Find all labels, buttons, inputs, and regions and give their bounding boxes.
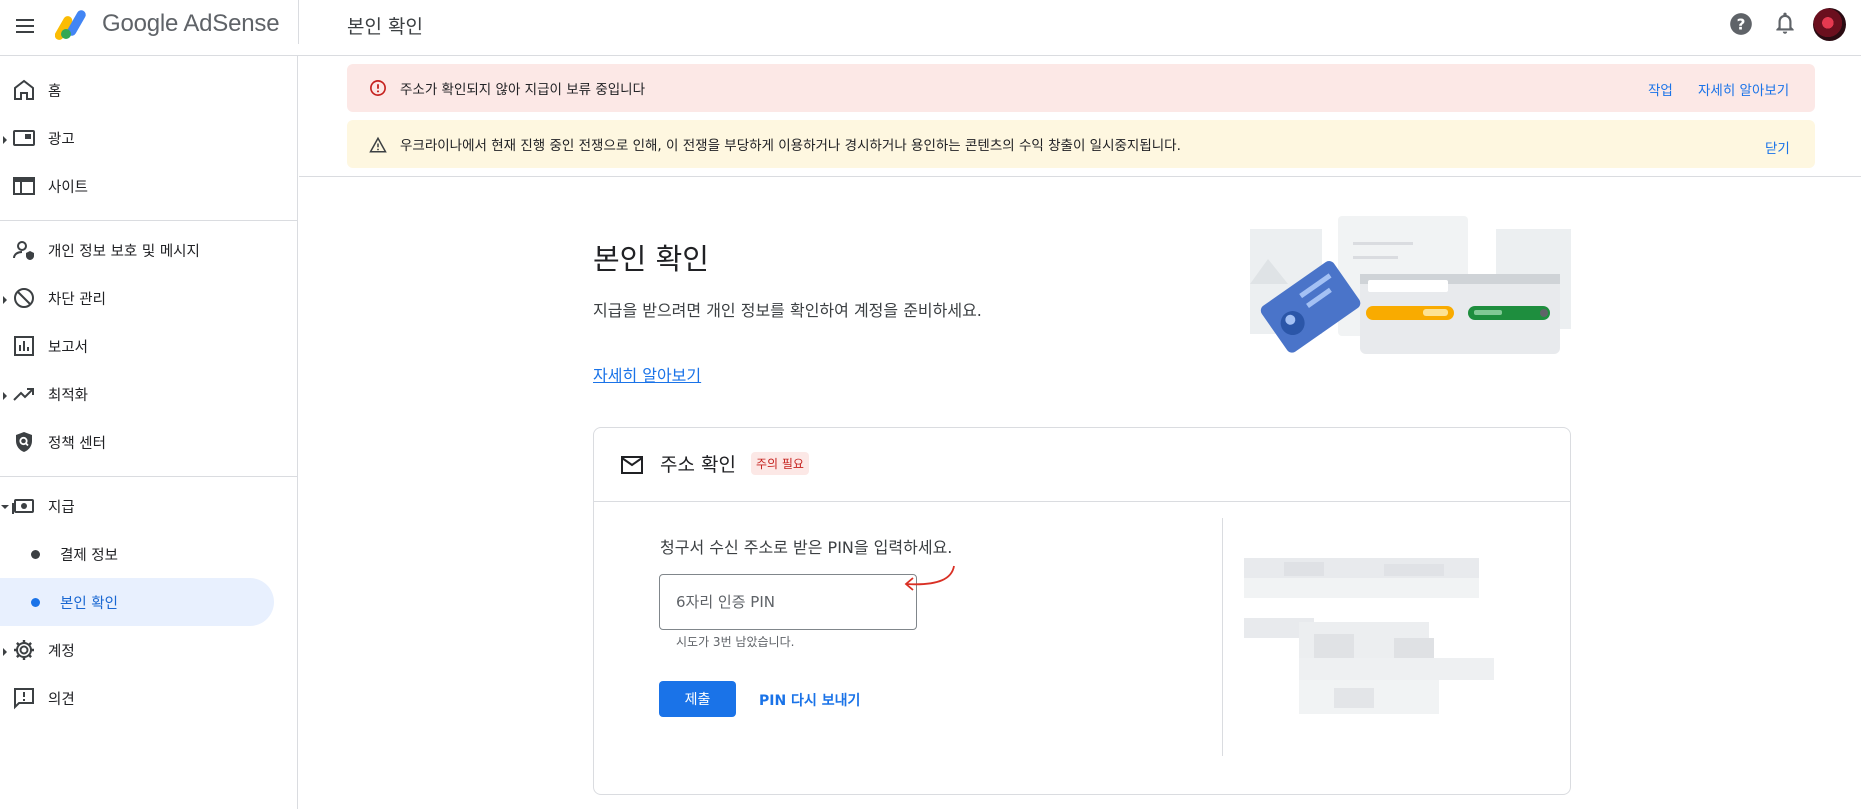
annotation-arrow xyxy=(904,565,955,591)
warning-banner-text: 우크라이나에서 현재 진행 중인 전쟁으로 인해, 이 전쟁을 부당하게 이용하… xyxy=(400,138,1181,154)
feedback-icon xyxy=(14,688,34,710)
sidebar-item-label: 개인 정보 보호 및 메시지 xyxy=(48,243,200,260)
sidebar-item-reports[interactable]: 보고서 xyxy=(0,322,274,370)
sidebar: 홈 광고 사이트 개인 정보 보호 및 메시지 차단 관리 보고서 최적화 정책… xyxy=(0,56,298,809)
address-error-banner: 주소가 확인되지 않아 지급이 보류 중입니다 작업 자세히 알아보기 xyxy=(347,64,1815,112)
sidebar-item-label: 최적화 xyxy=(48,387,89,404)
banner-learn-more-link[interactable]: 자세히 알아보기 xyxy=(1698,79,1789,99)
content-divider xyxy=(299,176,1861,177)
sidebar-item-label: 차단 관리 xyxy=(48,291,106,308)
bullet-dot xyxy=(31,598,40,607)
sidebar-item-payment-info[interactable]: 결제 정보 xyxy=(0,530,274,578)
learn-more-link[interactable]: 자세히 알아보기 xyxy=(593,362,701,386)
expand-arrow-icon xyxy=(3,648,7,656)
sidebar-item-label: 의견 xyxy=(48,691,75,708)
svg-text:?: ? xyxy=(1737,15,1746,33)
payments-icon xyxy=(12,499,34,514)
attention-badge: 주의 필요 xyxy=(751,452,809,475)
expand-arrow-icon xyxy=(3,296,7,304)
reports-chart-icon xyxy=(14,336,34,356)
sidebar-item-feedback[interactable]: 의견 xyxy=(0,674,274,722)
notifications-bell-icon[interactable] xyxy=(1772,11,1798,37)
sidebar-item-verification[interactable]: 본인 확인 xyxy=(0,578,274,626)
user-avatar[interactable] xyxy=(1813,8,1846,41)
sidebar-item-label: 광고 xyxy=(48,131,75,148)
header-divider xyxy=(298,0,299,44)
collapse-arrow-icon xyxy=(1,505,9,509)
top-app-bar: Google AdSense 본인 확인 ? xyxy=(0,0,1861,56)
bullet-dot xyxy=(31,550,40,559)
privacy-user-icon xyxy=(13,241,34,260)
sidebar-item-payments[interactable]: 지급 xyxy=(0,482,274,530)
error-circle-icon xyxy=(370,80,386,96)
warning-triangle-icon xyxy=(369,136,387,153)
policy-shield-icon xyxy=(16,432,32,452)
sidebar-item-label: 계정 xyxy=(48,643,75,660)
pin-prompt: 청구서 수신 주소로 받은 PIN을 입력하세요. xyxy=(660,538,953,557)
sidebar-item-account[interactable]: 계정 xyxy=(0,626,274,674)
attempts-remaining-text: 시도가 3번 남았습니다. xyxy=(676,635,795,649)
sidebar-divider xyxy=(0,476,298,477)
resend-pin-button[interactable]: PIN 다시 보내기 xyxy=(759,690,860,710)
sidebar-item-label: 본인 확인 xyxy=(60,595,118,612)
sidebar-item-ads[interactable]: 광고 xyxy=(0,114,274,162)
trending-up-icon xyxy=(13,388,34,401)
sidebar-item-optimization[interactable]: 최적화 xyxy=(0,370,274,418)
block-icon xyxy=(14,288,34,308)
sidebar-item-blocking-controls[interactable]: 차단 관리 xyxy=(0,274,274,322)
gear-icon xyxy=(14,640,34,660)
sidebar-item-policy-center[interactable]: 정책 센터 xyxy=(0,418,274,466)
sidebar-item-privacy-messaging[interactable]: 개인 정보 보호 및 메시지 xyxy=(0,226,274,274)
identity-wallet-illustration xyxy=(1250,216,1571,354)
sidebar-item-label: 지급 xyxy=(48,499,75,516)
card-divider xyxy=(1222,518,1223,756)
sidebar-item-label: 결제 정보 xyxy=(60,547,118,564)
sidebar-item-home[interactable]: 홈 xyxy=(0,66,274,114)
sidebar-item-sites[interactable]: 사이트 xyxy=(0,162,274,210)
card-title: 주소 확인 xyxy=(660,454,736,476)
sidebar-divider xyxy=(0,220,298,221)
ukraine-warning-banner: 우크라이나에서 현재 진행 중인 전쟁으로 인해, 이 전쟁을 부당하게 이용하… xyxy=(347,120,1815,168)
page-title: 본인 확인 xyxy=(347,16,423,38)
banner-action-link[interactable]: 작업 xyxy=(1648,79,1673,99)
error-banner-text: 주소가 확인되지 않아 지급이 보류 중입니다 xyxy=(400,82,646,98)
sidebar-item-label: 사이트 xyxy=(48,179,89,196)
adsense-logo-icon xyxy=(55,10,86,40)
sidebar-item-label: 보고서 xyxy=(48,339,89,356)
ads-icon xyxy=(13,130,35,146)
address-verification-card: 주소 확인 주의 필요 청구서 수신 주소로 받은 PIN을 입력하세요. 시도… xyxy=(593,427,1571,795)
submit-button[interactable]: 제출 xyxy=(659,681,736,717)
app-name: Google AdSense xyxy=(102,10,280,37)
expand-arrow-icon xyxy=(3,136,7,144)
sidebar-item-label: 홈 xyxy=(48,83,62,100)
card-header: 주소 확인 주의 필요 xyxy=(594,428,1570,502)
verification-heading: 본인 확인 xyxy=(593,242,709,276)
sidebar-item-label: 정책 센터 xyxy=(48,435,106,452)
mail-icon xyxy=(621,456,643,474)
expand-arrow-icon xyxy=(3,392,7,400)
menu-icon[interactable] xyxy=(14,14,38,38)
pin-input[interactable] xyxy=(659,574,917,630)
help-icon[interactable]: ? xyxy=(1728,11,1754,37)
home-icon xyxy=(14,79,34,100)
verification-description: 지급을 받으려면 개인 정보를 확인하여 계정을 준비하세요. xyxy=(593,301,982,320)
sites-icon xyxy=(13,177,35,195)
banner-close-link[interactable]: 닫기 xyxy=(1765,137,1790,157)
